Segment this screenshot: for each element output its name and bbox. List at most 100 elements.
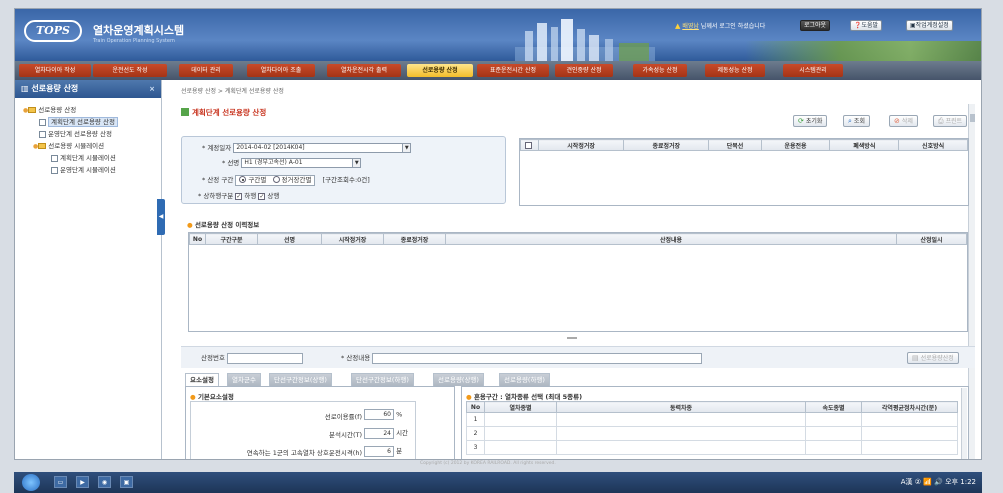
analysis-time-input[interactable]: 24	[364, 427, 394, 439]
col-header[interactable]: 시작정거장	[321, 233, 384, 245]
col-header[interactable]: 신호방식	[898, 139, 968, 151]
calc-capacity-button[interactable]: ▤ 선로용량산정	[907, 352, 959, 364]
cell[interactable]	[861, 426, 958, 441]
cell[interactable]	[805, 426, 862, 441]
media-icon[interactable]: ▶	[76, 476, 89, 488]
cell[interactable]	[484, 426, 557, 441]
panel-splitter[interactable]	[567, 337, 577, 339]
plan-date-select[interactable]: 2014-04-02 [2014K04] ▼	[233, 143, 412, 153]
tree-item-capacity-simulation[interactable]: ● 선로용량 시뮬레이션	[21, 140, 161, 152]
tree-item-ops-stage-capacity[interactable]: 운영단계 선로용량 산정	[21, 128, 161, 140]
nav-line-capacity[interactable]: 선로용량 산정	[407, 64, 473, 77]
col-header[interactable]: 산정내용	[445, 233, 897, 245]
line-select[interactable]: H1 (경부고속선) A-01 ▼	[241, 158, 362, 168]
col-header[interactable]: 동력차종	[556, 401, 806, 413]
checkbox-down[interactable]: ✓	[235, 192, 243, 200]
tab-element-settings[interactable]: 요소설정	[185, 373, 219, 386]
headway-input[interactable]: 6	[364, 445, 394, 457]
tree-item-plan-simulation[interactable]: 계획단계 시뮬레이션	[21, 152, 161, 164]
col-header[interactable]: 구간구분	[205, 233, 258, 245]
tab-train-groups[interactable]: 열차군수	[227, 373, 261, 386]
select-all-header[interactable]	[520, 139, 539, 151]
ime-indicator[interactable]: A漢 ②	[901, 478, 921, 486]
plan-setup-button[interactable]: ▣작업계정설정	[906, 20, 953, 31]
main-scrollbar[interactable]	[968, 104, 975, 459]
cell[interactable]	[556, 412, 806, 427]
sidebar-collapse-handle[interactable]: ◀	[157, 199, 165, 235]
table-row[interactable]: 2	[466, 426, 958, 441]
table-row[interactable]: 3	[466, 440, 958, 455]
document-icon	[51, 166, 58, 174]
tab-capacity-down[interactable]: 선로용량(하행)	[499, 373, 550, 386]
nav-accel-perf[interactable]: 가속성능 산정	[633, 64, 687, 77]
col-header[interactable]: 단복선	[708, 139, 762, 151]
utilization-input[interactable]: 60	[364, 409, 394, 420]
cell[interactable]	[861, 440, 958, 455]
col-header[interactable]: 각역평균정차시간(분)	[861, 401, 958, 413]
nav-diagram-export[interactable]: 열차다이아 조출	[247, 64, 315, 77]
col-header[interactable]: No	[466, 401, 485, 413]
cell[interactable]	[556, 440, 806, 455]
col-header[interactable]: 운용전용	[760, 139, 831, 151]
tree-item-ops-simulation[interactable]: 운영단계 시뮬레이션	[21, 164, 161, 176]
section-list-table: 시작정거장 종료정거장 단복선 운용전용 폐색방식 신호방식	[520, 139, 968, 151]
cell[interactable]	[861, 412, 958, 427]
cell[interactable]	[805, 412, 862, 427]
nav-train-diagram[interactable]: 열차다이아 작성	[19, 64, 91, 77]
tree-item-plan-stage-capacity[interactable]: 계획단계 선로용량 산정	[21, 116, 161, 128]
tops-logo[interactable]: TOPS	[24, 20, 82, 42]
col-header[interactable]: 속도종별	[805, 401, 862, 413]
user-name[interactable]: 배영남	[682, 23, 699, 30]
nav-traction-weight[interactable]: 견인중량 산정	[555, 64, 613, 77]
logout-button[interactable]: 로그아웃	[800, 20, 831, 31]
title-icon	[181, 108, 189, 116]
help-button[interactable]: ❓도움말	[850, 20, 883, 31]
select-all-checkbox[interactable]	[525, 141, 532, 149]
explorer-icon[interactable]: ▭	[54, 476, 67, 488]
delete-button[interactable]: ⊘ 삭제	[889, 115, 918, 127]
reset-button[interactable]: ⟳ 초기화	[793, 115, 828, 127]
nav-system-mgmt[interactable]: 시스템관리	[783, 64, 843, 77]
print-button[interactable]: ⎙ 프린트	[933, 115, 968, 127]
nav-brake-perf[interactable]: 제동성능 산정	[705, 64, 765, 77]
col-header[interactable]: 종료정거장	[623, 139, 710, 151]
col-header[interactable]: No	[189, 233, 206, 245]
train-panel-scrollbar[interactable]	[961, 388, 967, 459]
tab-single-up[interactable]: 단선구간정보(상행)	[269, 373, 332, 386]
basic-options-label: 기본요소설정	[197, 393, 234, 401]
nav-run-time-print[interactable]: 열차운전시각 출력	[327, 64, 401, 77]
start-button[interactable]	[22, 474, 40, 491]
clock[interactable]: 오후 1:22	[945, 478, 976, 486]
col-header[interactable]: 시작정거장	[537, 139, 625, 151]
radio-station[interactable]	[272, 176, 280, 183]
user-icon: ▲	[675, 22, 681, 30]
nav-run-curve[interactable]: 운전선도 작성	[93, 64, 167, 77]
col-header[interactable]: 종료정거장	[383, 233, 446, 245]
scroll-thumb[interactable]	[970, 114, 975, 122]
col-header[interactable]: 열차종별	[484, 401, 557, 413]
radio-section[interactable]	[239, 176, 247, 183]
window-icon[interactable]: ▣	[120, 476, 133, 488]
tree-item-line-capacity[interactable]: ● 선로용량 산정	[21, 104, 161, 116]
col-header[interactable]: 선명	[257, 233, 322, 245]
network-icon[interactable]: 📶	[923, 478, 932, 486]
checkbox-up[interactable]: ✓	[258, 192, 266, 200]
tab-single-down[interactable]: 단선구간정보(하행)	[351, 373, 414, 386]
calc-no-input[interactable]	[227, 352, 303, 364]
col-header[interactable]: 폐색방식	[829, 139, 900, 151]
calc-content-input[interactable]	[372, 352, 703, 364]
table-row[interactable]: 1	[466, 412, 958, 427]
search-criteria-panel: * 계정일자 2014-04-02 [2014K04] ▼ * 선명 H1 (경부…	[181, 136, 506, 204]
cell[interactable]	[484, 412, 557, 427]
cell[interactable]	[556, 426, 806, 441]
nav-std-run-time[interactable]: 표준운전시간 산정	[477, 64, 549, 77]
browser-icon[interactable]: ◉	[98, 476, 111, 488]
cell[interactable]	[484, 440, 557, 455]
col-header[interactable]: 산정일시	[896, 233, 967, 245]
sidebar-close-icon[interactable]: ×	[149, 80, 155, 98]
tab-capacity-up[interactable]: 선로용량(상행)	[433, 373, 484, 386]
volume-icon[interactable]: 🔊	[934, 478, 943, 486]
cell[interactable]	[805, 440, 862, 455]
nav-data-mgmt[interactable]: 데이터 관리	[179, 64, 233, 77]
search-button[interactable]: ⌕ 조회	[843, 115, 870, 127]
